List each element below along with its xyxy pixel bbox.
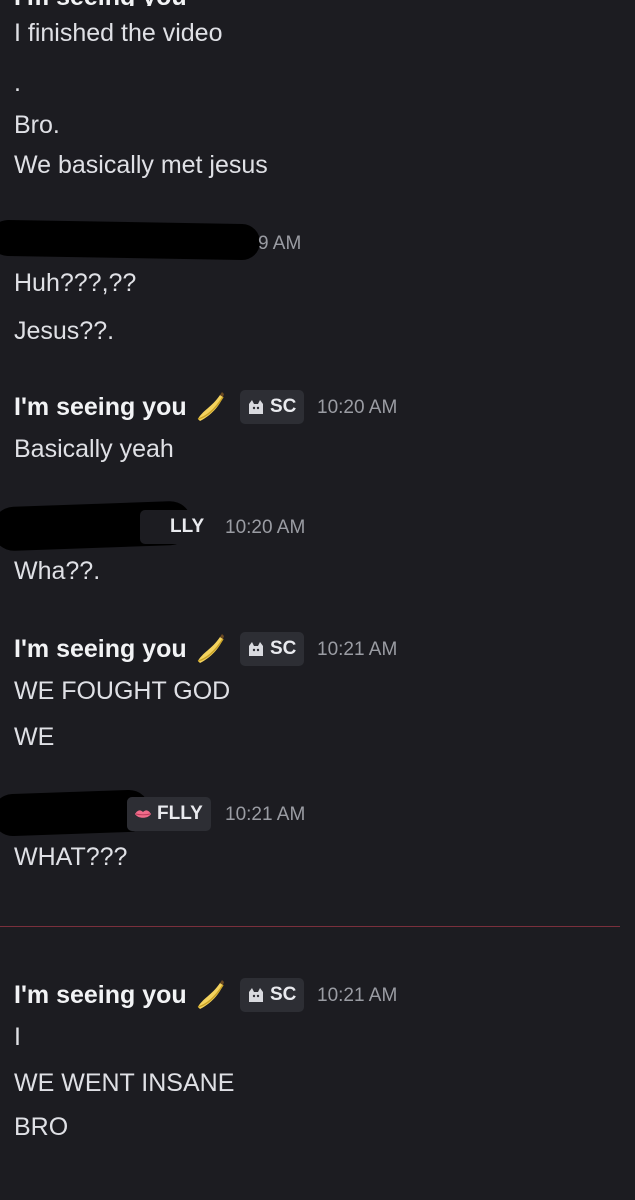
message-text: WE WENT INSANE [14, 1069, 235, 1097]
author-name[interactable]: I'm seeing you [14, 634, 187, 664]
role-tag-sc[interactable]: SC [240, 978, 305, 1012]
timestamp: 10:21 AM [225, 804, 306, 825]
message-text: I finished the video [14, 19, 223, 47]
message-text: WHAT??? [14, 843, 128, 871]
message-text: Wha??. [14, 557, 101, 585]
redacted-author [0, 219, 261, 261]
role-tag-sc[interactable]: SC [240, 632, 305, 666]
banana-icon [197, 634, 224, 663]
role-tag-label: LLY [170, 516, 205, 537]
author-name[interactable]: I'm seeing you [14, 980, 187, 1010]
message-text: Basically yeah [14, 435, 174, 463]
role-tag-label: SC [270, 984, 297, 1005]
message-text: . [14, 69, 21, 97]
new-messages-divider [0, 926, 620, 927]
message-text: BRO [14, 1113, 69, 1141]
message-text: Huh???,?? [14, 269, 137, 297]
banana-icon [197, 392, 224, 421]
role-tag-label: SC [270, 638, 297, 659]
message-text: Jesus??. [14, 317, 115, 345]
message-text: WE FOUGHT GOD [14, 677, 231, 705]
timestamp: 10:21 AM [317, 985, 398, 1006]
role-tag-flly[interactable]: LLY [140, 510, 213, 544]
role-tag-sc[interactable]: SC [240, 390, 305, 424]
author-name[interactable]: I'm seeing you [14, 392, 187, 422]
timestamp: 10:21 AM [317, 639, 398, 660]
message-text: WE [14, 723, 55, 751]
cat-icon [249, 400, 263, 414]
cat-icon [249, 642, 263, 656]
top-header-cutoff: I'm seeing you [0, 0, 360, 6]
timestamp: 10:20 AM [225, 517, 306, 538]
banana-icon [197, 980, 224, 1009]
timestamp: 10:20 AM [317, 397, 398, 418]
timestamp: 9 AM [258, 233, 302, 254]
message-text: We basically met jesus [14, 151, 268, 179]
message-text: Bro. [14, 111, 60, 139]
message-text: I [14, 1023, 21, 1051]
role-tag-label: FLLY [157, 803, 203, 824]
lips-icon [135, 810, 151, 818]
author-name-cutoff: I'm seeing you [14, 0, 187, 6]
role-tag-flly[interactable]: FLLY [127, 797, 211, 831]
role-tag-label: SC [270, 396, 297, 417]
cat-icon [249, 988, 263, 1002]
